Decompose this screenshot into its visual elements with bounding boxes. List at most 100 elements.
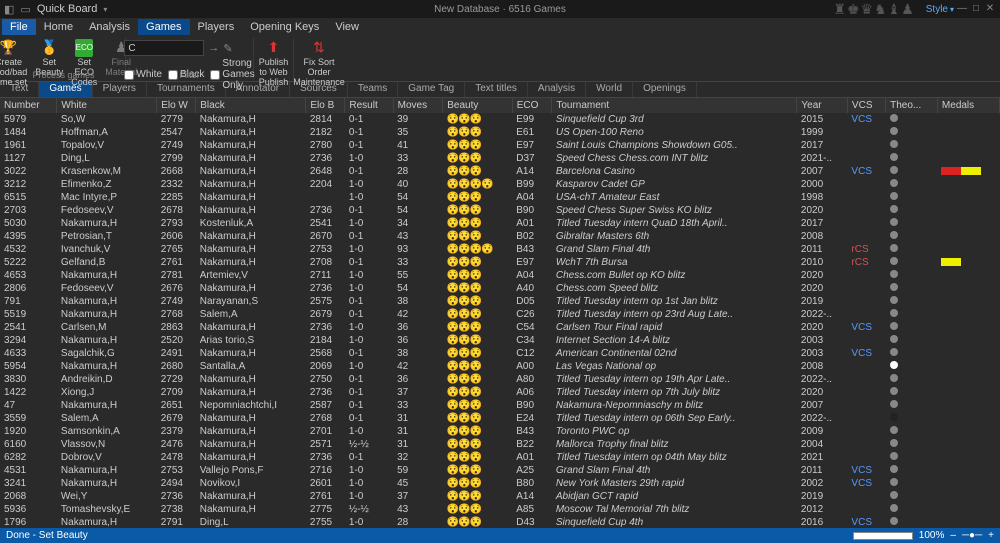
table-row[interactable]: 1484 Hoffman,A 2547 Nakamura,H 2182 0-1 … <box>0 126 1000 139</box>
cell-vcs <box>847 334 885 347</box>
col-moves[interactable]: Moves <box>393 98 443 113</box>
table-row[interactable]: 3022 Krasenkow,M 2668 Nakamura,H 2648 0-… <box>0 165 1000 178</box>
menu-openingkeys[interactable]: Opening Keys <box>242 19 327 35</box>
cell-beauty: 😯😯😯 <box>443 256 512 269</box>
dropdown-icon[interactable]: ▾ <box>103 5 107 14</box>
table-row[interactable]: 2541 Carlsen,M 2863 Nakamura,H 2736 1-0 … <box>0 321 1000 334</box>
col-vcs[interactable]: VCS <box>847 98 885 113</box>
col-black[interactable]: Black <box>196 98 306 113</box>
table-row[interactable]: 4531 Nakamura,H 2753 Vallejo Pons,F 2716… <box>0 464 1000 477</box>
cell-year: 2020 <box>797 386 848 399</box>
tab-teams[interactable]: Teams <box>348 82 398 97</box>
table-row[interactable]: 6160 Vlassov,N 2476 Nakamura,H 2571 ½-½ … <box>0 438 1000 451</box>
cell-moves: 39 <box>393 113 443 126</box>
cell-elob: 2736 <box>306 152 345 165</box>
table-row[interactable]: 3559 Salem,A 2679 Nakamura,H 2768 0-1 31… <box>0 412 1000 425</box>
menu-view[interactable]: View <box>327 19 367 35</box>
set-eco-button[interactable]: ECOSet ECO Codes <box>69 38 99 89</box>
col-year[interactable]: Year <box>797 98 848 113</box>
clear-icon[interactable]: ✎ <box>223 42 232 55</box>
table-row[interactable]: 1127 Ding,L 2799 Nakamura,H 2736 1-0 33 … <box>0 152 1000 165</box>
menu-games[interactable]: Games <box>138 19 189 35</box>
tab-texttitles[interactable]: Text titles <box>465 82 528 97</box>
table-row[interactable]: 5222 Gelfand,B 2761 Nakamura,H 2708 0-1 … <box>0 256 1000 269</box>
grid-container[interactable]: Number White Elo W Black Elo B Result Mo… <box>0 98 1000 528</box>
col-eco[interactable]: ECO <box>512 98 552 113</box>
menu-analysis[interactable]: Analysis <box>81 19 138 35</box>
col-white[interactable]: White <box>57 98 157 113</box>
table-row[interactable]: 5954 Nakamura,H 2680 Santalla,A 2069 1-0… <box>0 360 1000 373</box>
zoom-in-button[interactable]: + <box>988 530 994 541</box>
table-row[interactable]: 5979 So,W 2779 Nakamura,H 2814 0-1 39 😯😯… <box>0 113 1000 126</box>
cell-medals <box>937 243 999 256</box>
cell-vcs: rCS <box>847 243 885 256</box>
filter-input[interactable] <box>124 40 204 56</box>
table-row[interactable]: 3294 Nakamura,H 2520 Arias torio,S 2184 … <box>0 334 1000 347</box>
table-row[interactable]: 4633 Sagalchik,G 2491 Nakamura,H 2568 0-… <box>0 347 1000 360</box>
col-number[interactable]: Number <box>0 98 57 113</box>
cell-theo <box>886 308 938 321</box>
table-row[interactable]: 2068 Wei,Y 2736 Nakamura,H 2761 1-0 37 😯… <box>0 490 1000 503</box>
fix-sort-button[interactable]: ⇅Fix Sort Order Maintenance <box>291 38 347 89</box>
table-row[interactable]: 4532 Ivanchuk,V 2765 Nakamura,H 2753 1-0… <box>0 243 1000 256</box>
col-tournament[interactable]: Tournament <box>552 98 797 113</box>
table-row[interactable]: 3241 Nakamura,H 2494 Novikov,I 2601 1-0 … <box>0 477 1000 490</box>
style-dropdown-icon[interactable]: ▾ <box>950 5 954 14</box>
tab-gametag[interactable]: Game Tag <box>398 82 465 97</box>
cell-medals <box>937 282 999 295</box>
arrow-icon[interactable]: → <box>208 42 219 54</box>
col-elob[interactable]: Elo B <box>306 98 345 113</box>
table-row[interactable]: 1796 Nakamura,H 2791 Ding,L 2755 1-0 28 … <box>0 516 1000 528</box>
style-link[interactable]: Style <box>926 4 948 15</box>
cell-year: 2022-.. <box>797 412 848 425</box>
new-doc-icon[interactable]: ▭ <box>20 3 30 16</box>
tab-analysis[interactable]: Analysis <box>528 82 586 97</box>
zoom-slider[interactable]: ─●─ <box>962 530 982 541</box>
table-row[interactable]: 6515 Mac Intyre,P 2285 Nakamura,H 1-0 54… <box>0 191 1000 204</box>
table-row[interactable]: 5519 Nakamura,H 2768 Salem,A 2679 0-1 42… <box>0 308 1000 321</box>
cell-number: 3022 <box>0 165 57 178</box>
table-row[interactable]: 4395 Petrosian,T 2606 Nakamura,H 2670 0-… <box>0 230 1000 243</box>
zoom-out-button[interactable]: – <box>950 530 956 541</box>
col-theo[interactable]: Theo... <box>886 98 938 113</box>
cell-medals <box>937 477 999 490</box>
cell-result: 1-0 <box>345 282 393 295</box>
cell-black: Nakamura,H <box>196 139 306 152</box>
table-row[interactable]: 2703 Fedoseev,V 2678 Nakamura,H 2736 0-1… <box>0 204 1000 217</box>
cell-elow: 2793 <box>157 217 196 230</box>
col-medals[interactable]: Medals <box>937 98 999 113</box>
table-row[interactable]: 791 Nakamura,H 2749 Narayanan,S 2575 0-1… <box>0 295 1000 308</box>
col-beauty[interactable]: Beauty <box>443 98 512 113</box>
table-row[interactable]: 5936 Tomashevsky,E 2738 Nakamura,H 2775 … <box>0 503 1000 516</box>
col-elow[interactable]: Elo W <box>157 98 196 113</box>
table-row[interactable]: 4653 Nakamura,H 2781 Artemiev,V 2711 1-0… <box>0 269 1000 282</box>
table-row[interactable]: 2806 Fedoseev,V 2676 Nakamura,H 2736 1-0… <box>0 282 1000 295</box>
cell-theo <box>886 438 938 451</box>
cell-number: 1484 <box>0 126 57 139</box>
cell-elow: 2379 <box>157 425 196 438</box>
cell-year: 2002 <box>797 477 848 490</box>
cell-elob: 2587 <box>306 399 345 412</box>
col-result[interactable]: Result <box>345 98 393 113</box>
table-row[interactable]: 1961 Topalov,V 2749 Nakamura,H 2780 0-1 … <box>0 139 1000 152</box>
table-row[interactable]: 47 Nakamura,H 2651 Nepomniachtchi,I 2587… <box>0 399 1000 412</box>
table-row[interactable]: 3830 Andreikin,D 2729 Nakamura,H 2750 0-… <box>0 373 1000 386</box>
table-row[interactable]: 6282 Dobrov,V 2478 Nakamura,H 2736 0-1 3… <box>0 451 1000 464</box>
quick-board-label[interactable]: Quick Board <box>37 3 98 15</box>
publish-button[interactable]: ⬆Publish to Web Publish <box>257 38 291 89</box>
menu-file[interactable]: File <box>2 19 36 35</box>
cell-number: 4395 <box>0 230 57 243</box>
table-row[interactable]: 5030 Nakamura,H 2793 Kostenluk,A 2541 1-… <box>0 217 1000 230</box>
tab-openings[interactable]: Openings <box>633 82 697 97</box>
cell-vcs <box>847 490 885 503</box>
table-row[interactable]: 1920 Samsonkin,A 2379 Nakamura,H 2701 1-… <box>0 425 1000 438</box>
close-button[interactable]: ✕ <box>984 3 996 15</box>
create-gameset-button[interactable]: 🏆Create good/bad game set <box>0 38 29 89</box>
tab-world[interactable]: World <box>586 82 633 97</box>
maximize-button[interactable]: □ <box>970 3 982 15</box>
minimize-button[interactable]: — <box>956 3 968 15</box>
table-row[interactable]: 3212 Efimenko,Z 2332 Nakamura,H 2204 1-0… <box>0 178 1000 191</box>
menu-home[interactable]: Home <box>36 19 81 35</box>
table-row[interactable]: 1422 Xiong,J 2709 Nakamura,H 2736 0-1 37… <box>0 386 1000 399</box>
menu-players[interactable]: Players <box>190 19 243 35</box>
